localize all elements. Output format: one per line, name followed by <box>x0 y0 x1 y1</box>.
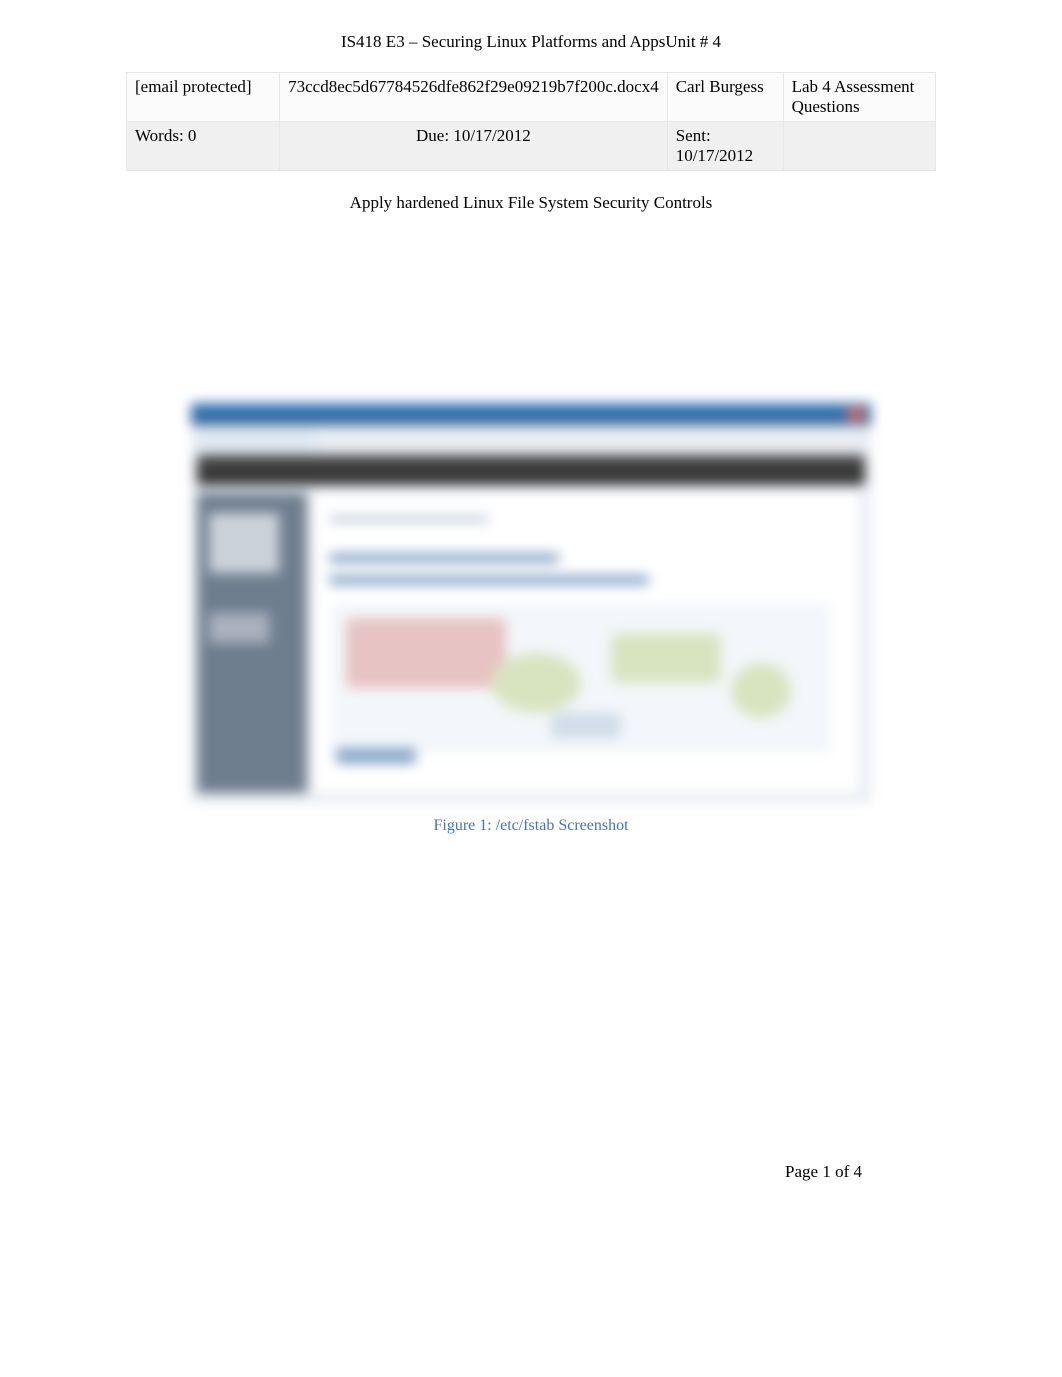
figure: Figure 1: /etc/fstab Screenshot <box>191 403 871 835</box>
text-line <box>329 515 489 523</box>
sidebar-item <box>209 513 279 573</box>
info-table: [email protected] 73ccd8ec5d67784526dfe8… <box>126 72 936 171</box>
empty-cell <box>783 122 935 171</box>
page-footer: Page 1 of 4 <box>785 1162 862 1182</box>
sent-cell: Sent: 10/17/2012 <box>667 122 783 171</box>
browser-tab <box>197 427 317 453</box>
text-line <box>329 575 649 585</box>
filename-cell: 73ccd8ec5d67784526dfe862f29e09219b7f200c… <box>280 73 668 122</box>
words-cell: Words: 0 <box>127 122 280 171</box>
chart-element <box>611 633 721 683</box>
subtitle-text: Apply hardened Linux File System Securit… <box>350 193 713 212</box>
chart-element <box>731 663 791 718</box>
subtitle: Apply hardened Linux File System Securit… <box>0 193 1062 213</box>
course-title: IS418 E3 – Securing Linux Platforms and … <box>341 32 721 51</box>
screenshot-image <box>191 403 871 803</box>
student-cell: Carl Burgess <box>667 73 783 122</box>
close-icon <box>847 407 865 421</box>
table-row: Words: 0 Due: 10/17/2012 Sent: 10/17/201… <box>127 122 936 171</box>
chart-element <box>336 748 416 764</box>
toolbar <box>197 455 865 485</box>
chart-element <box>491 653 581 713</box>
text-line <box>329 553 559 563</box>
doc-title-cell: Lab 4 Assessment Questions <box>783 73 935 122</box>
chart-element <box>551 713 621 738</box>
due-cell: Due: 10/17/2012 <box>280 122 668 171</box>
sidebar-item <box>209 613 269 643</box>
table-row: [email protected] 73ccd8ec5d67784526dfe8… <box>127 73 936 122</box>
figure-caption: Figure 1: /etc/fstab Screenshot <box>191 817 871 835</box>
page-header: IS418 E3 – Securing Linux Platforms and … <box>0 0 1062 52</box>
page-number: Page 1 of 4 <box>785 1162 862 1181</box>
chart-element <box>346 618 506 688</box>
window-titlebar <box>191 403 871 425</box>
email-cell: [email protected] <box>127 73 280 122</box>
